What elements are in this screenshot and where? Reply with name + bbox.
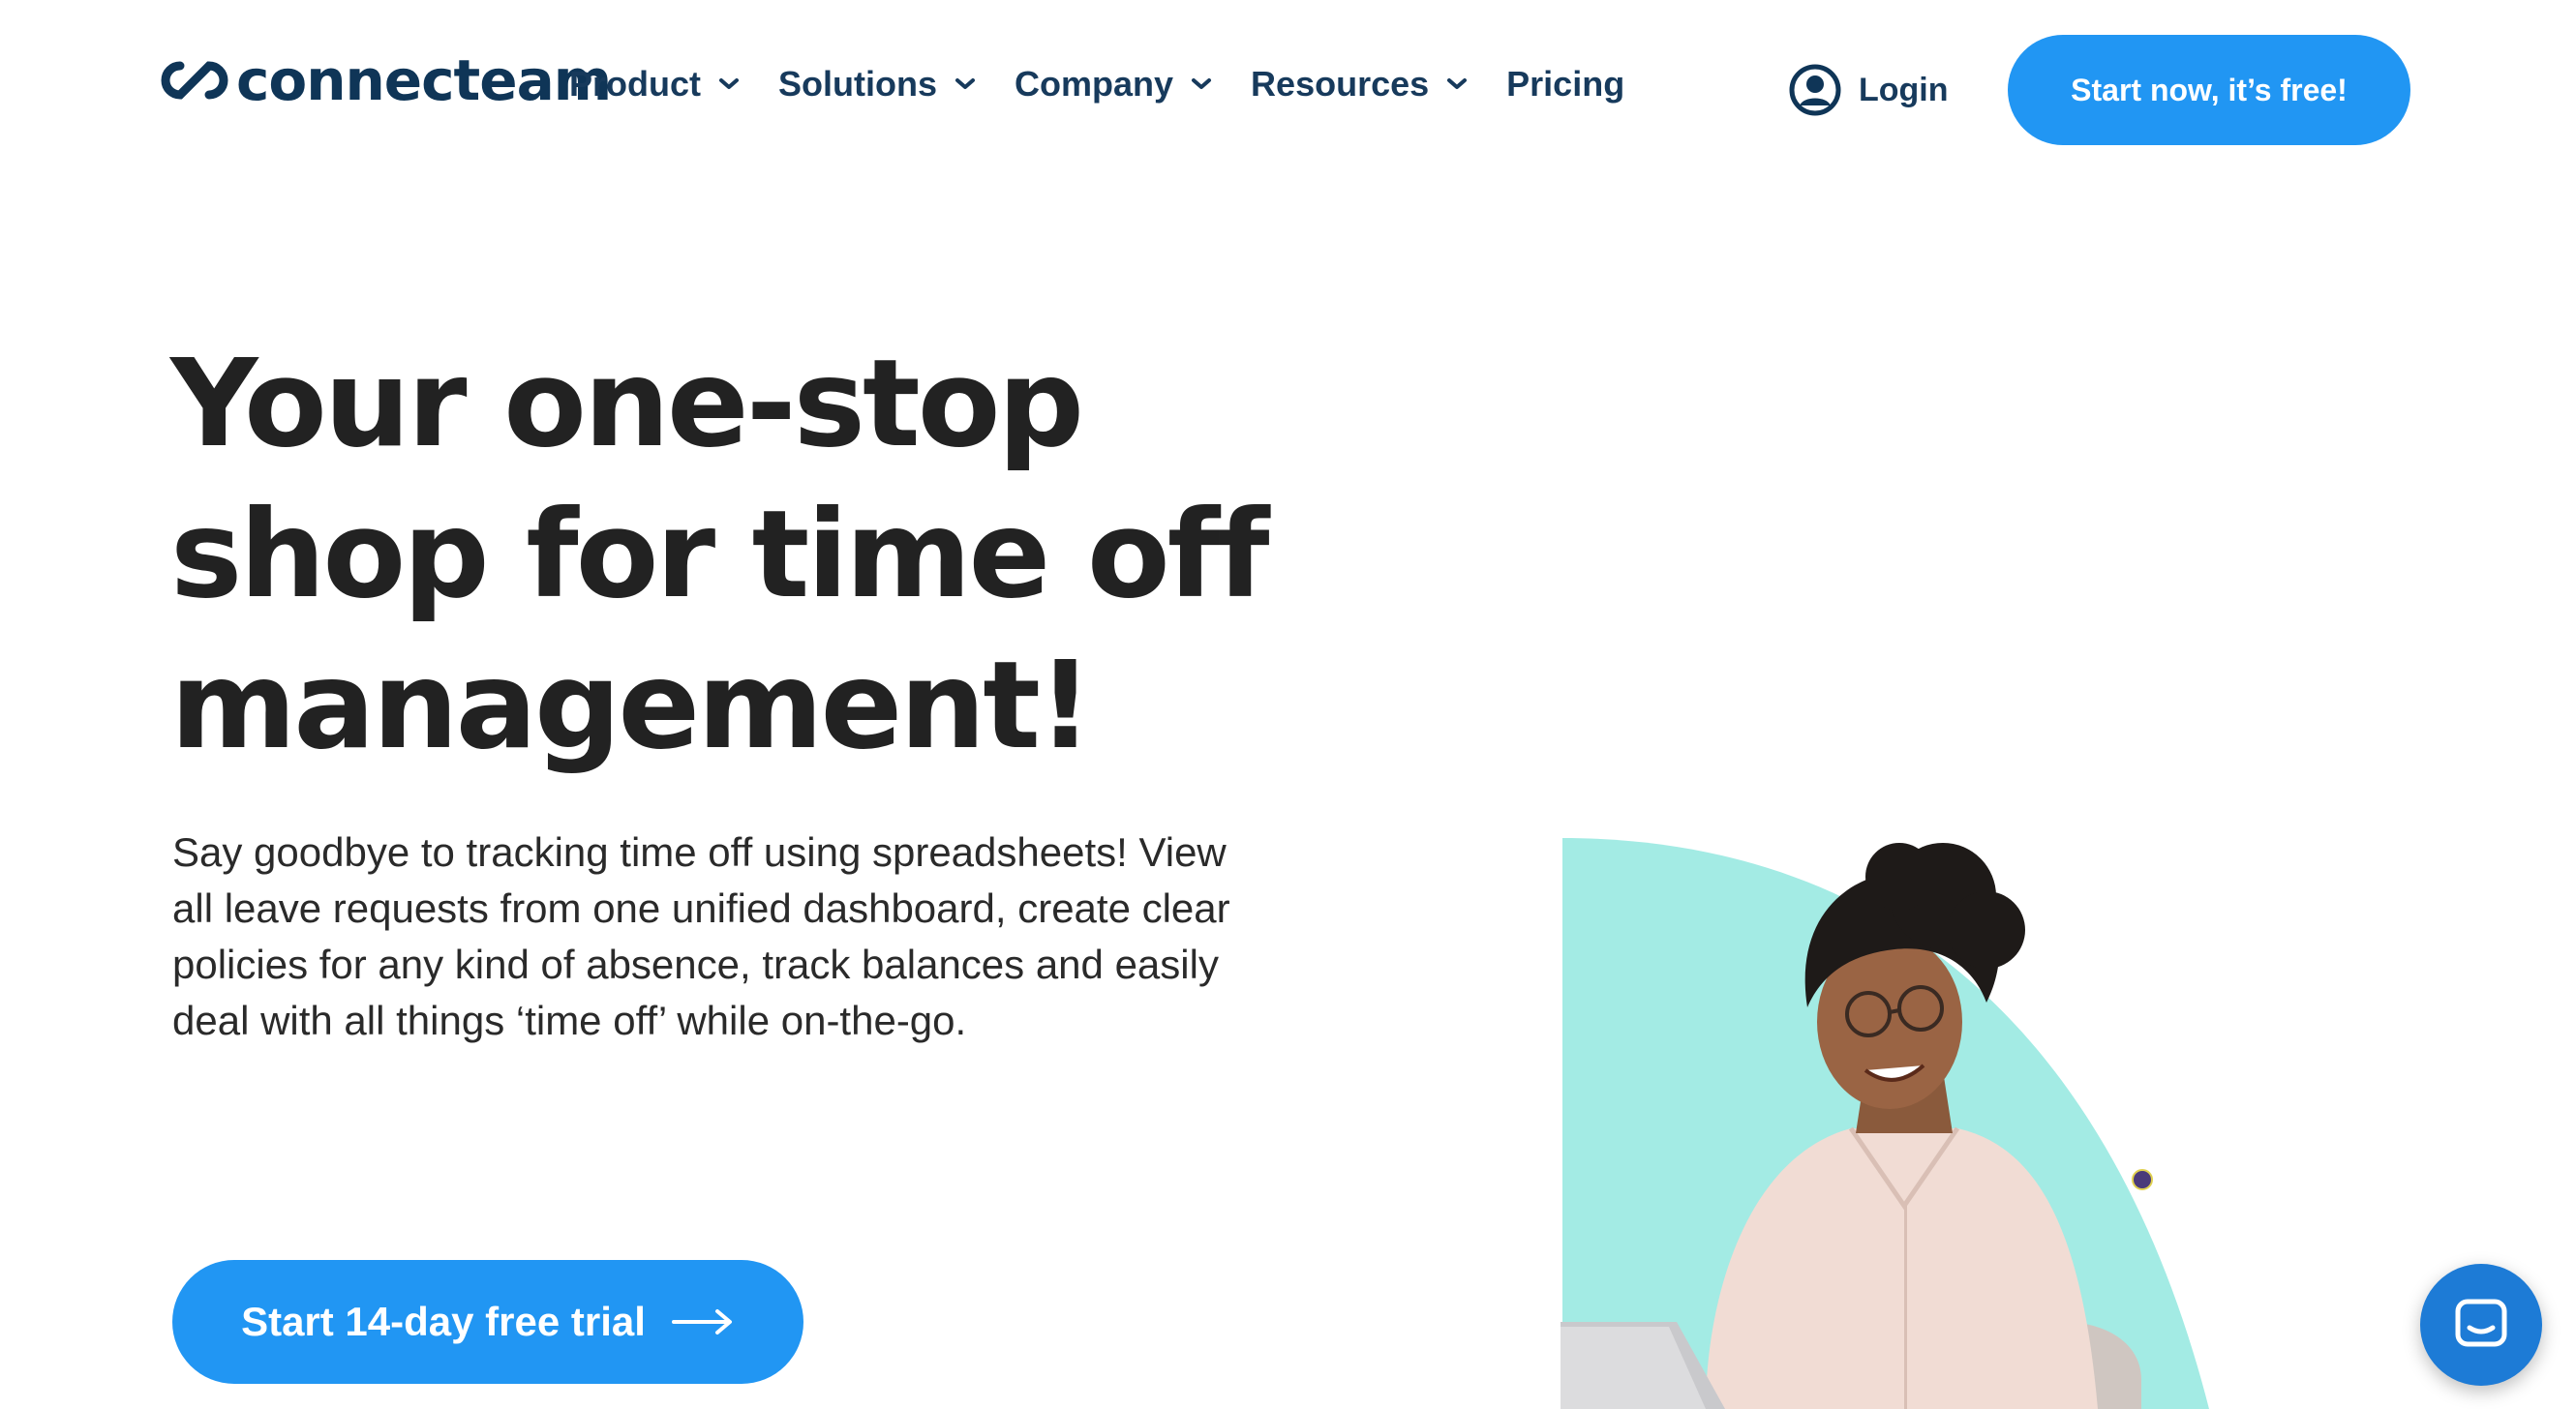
nav-item-label: Solutions (778, 64, 938, 104)
nav-item-company[interactable]: Company (1015, 64, 1212, 105)
user-circle-icon (1789, 64, 1841, 116)
chevron-down-icon (719, 78, 740, 89)
nav-item-product[interactable]: Product (569, 64, 740, 105)
logo-text: connecteam (236, 47, 612, 113)
start-trial-label: Start 14-day free trial (241, 1299, 646, 1344)
hero-title-line: management! (170, 636, 1093, 776)
hero-title-line: Your one-stop (170, 334, 1084, 474)
status-dot (2132, 1169, 2153, 1190)
hero-title: Your one-stop shop for time off manageme… (170, 329, 1409, 782)
logo-infinity-icon (161, 61, 228, 100)
nav-item-label: Product (569, 64, 702, 104)
start-trial-button[interactable]: Start 14-day free trial (172, 1260, 803, 1384)
login-link[interactable]: Login (1789, 64, 1949, 116)
nav-item-solutions[interactable]: Solutions (778, 64, 976, 105)
hero-description: Say goodbye to tracking time off using s… (172, 829, 1230, 1043)
logo[interactable]: connecteam (155, 46, 612, 114)
chat-launcher-button[interactable] (2420, 1264, 2542, 1386)
nav-item-label: Resources (1251, 64, 1430, 104)
main-nav: Product Solutions Company Resources Pric… (569, 64, 1663, 105)
arrow-right-icon (671, 1309, 732, 1334)
login-label: Login (1859, 71, 1949, 108)
chevron-down-icon (1447, 78, 1468, 89)
hero-title-line: shop for time off (170, 485, 1269, 625)
nav-item-pricing[interactable]: Pricing (1506, 64, 1624, 105)
start-free-button[interactable]: Start now, it’s free! (2008, 35, 2410, 145)
chat-icon (2455, 1299, 2507, 1347)
nav-item-label: Company (1015, 64, 1174, 104)
nav-item-resources[interactable]: Resources (1251, 64, 1468, 105)
hero-illustration (1561, 838, 2238, 1409)
chevron-down-icon (955, 78, 976, 89)
woman-with-laptop-illustration (1561, 838, 2209, 1409)
nav-item-label: Pricing (1506, 64, 1625, 104)
chevron-down-icon (1192, 78, 1212, 89)
